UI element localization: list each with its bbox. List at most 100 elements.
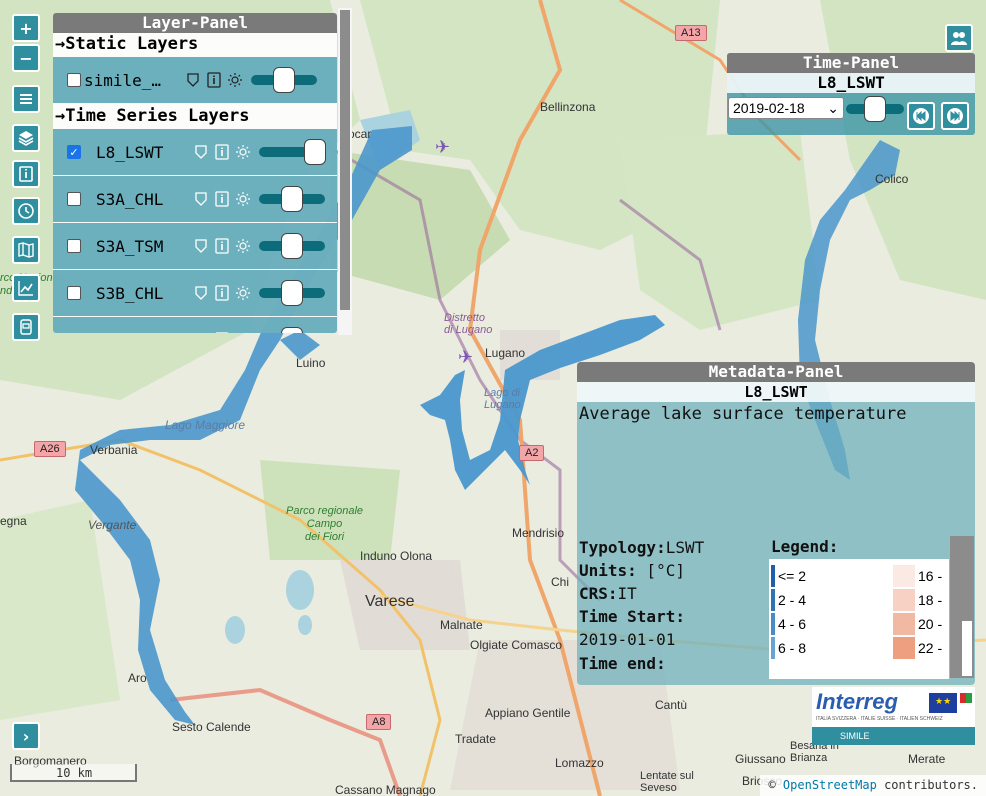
hamburger-icon bbox=[20, 94, 32, 104]
time-slider[interactable] bbox=[846, 96, 904, 122]
layer-checkbox[interactable] bbox=[67, 192, 81, 206]
legend-swatch bbox=[893, 613, 915, 635]
chart-button[interactable] bbox=[12, 274, 40, 302]
eu-flag-icon: ★★ bbox=[929, 693, 957, 713]
metadata-layer: L8_LSWT bbox=[577, 382, 975, 402]
zoom-in-button[interactable]: + bbox=[12, 14, 40, 42]
download-icon[interactable] bbox=[184, 71, 202, 89]
chevron-down-icon: ⌄ bbox=[827, 100, 839, 116]
legend-item: 22 - bbox=[893, 637, 942, 659]
map-label-tradate: Tradate bbox=[455, 732, 496, 746]
opacity-slider[interactable] bbox=[259, 280, 325, 306]
map-attribution: © OpenStreetMap contributors. bbox=[760, 775, 986, 796]
legend-swatch bbox=[771, 589, 775, 611]
layer-name: S3A_CHL bbox=[96, 189, 164, 209]
metadata-panel: Metadata-Panel L8_LSWT Average lake surf… bbox=[577, 362, 975, 685]
openstreetmap-link[interactable]: OpenStreetMap bbox=[783, 778, 877, 792]
info-icon[interactable] bbox=[213, 237, 231, 255]
time-series-heading[interactable]: →Time Series Layers bbox=[53, 105, 337, 128]
sun-icon[interactable] bbox=[234, 190, 252, 208]
info-icon[interactable] bbox=[213, 190, 231, 208]
download-icon[interactable] bbox=[192, 190, 210, 208]
layer-checkbox[interactable]: ✓ bbox=[67, 145, 81, 159]
opacity-slider[interactable] bbox=[259, 186, 325, 212]
opacity-slider[interactable] bbox=[259, 233, 325, 259]
opacity-slider-knob[interactable] bbox=[304, 139, 326, 165]
sun-icon[interactable] bbox=[226, 71, 244, 89]
layers-icon bbox=[18, 131, 34, 146]
metadata-panel-title: Metadata-Panel bbox=[577, 362, 975, 382]
basemap-button[interactable] bbox=[12, 236, 40, 264]
info-icon[interactable] bbox=[213, 331, 231, 333]
units-line: Units: [°C] bbox=[579, 561, 685, 580]
previous-time-button[interactable] bbox=[907, 102, 935, 130]
sun-icon[interactable] bbox=[234, 331, 252, 333]
road-shield-a26: A26 bbox=[34, 441, 66, 457]
users-icon bbox=[951, 32, 967, 45]
legend-title: Legend: bbox=[771, 537, 839, 556]
legend-label: 22 - bbox=[918, 640, 943, 656]
info-icon bbox=[19, 166, 33, 182]
legend-label: 6 - 8 bbox=[778, 640, 807, 656]
legend-swatch bbox=[893, 637, 915, 659]
layer-panel-scrollbar[interactable] bbox=[338, 8, 352, 335]
download-icon[interactable] bbox=[192, 331, 210, 333]
legend-swatch bbox=[771, 565, 775, 587]
sun-icon[interactable] bbox=[234, 284, 252, 302]
legend-swatch bbox=[893, 565, 915, 587]
info-panel-button[interactable] bbox=[12, 160, 40, 188]
users-button[interactable] bbox=[945, 24, 973, 52]
skip-forward-icon bbox=[947, 108, 963, 124]
metadata-scrollbar[interactable] bbox=[950, 536, 974, 678]
static-layer-checkbox[interactable] bbox=[67, 73, 81, 87]
time-slider-knob[interactable] bbox=[864, 96, 886, 122]
download-icon[interactable] bbox=[192, 143, 210, 161]
map-label-parco: Parco regionale Campo dei Fiori bbox=[286, 505, 364, 543]
sun-icon[interactable] bbox=[234, 237, 252, 255]
static-layer-name: simile_… bbox=[84, 70, 162, 90]
map-label-lentate: Lentate sul Seveso bbox=[640, 770, 694, 794]
sun-icon[interactable] bbox=[234, 143, 252, 161]
legend-item: 20 - bbox=[893, 613, 942, 635]
info-icon[interactable] bbox=[213, 143, 231, 161]
map-label-sesto: Sesto Calende bbox=[172, 720, 251, 734]
crs-label: CRS: bbox=[579, 584, 618, 603]
scrollbar-thumb[interactable] bbox=[340, 10, 350, 310]
zoom-out-button[interactable]: − bbox=[12, 44, 40, 72]
opacity-slider[interactable] bbox=[259, 139, 326, 165]
skip-back-icon bbox=[913, 108, 929, 124]
time-start-value: 2019-01-01 bbox=[579, 630, 676, 649]
opacity-slider-knob[interactable] bbox=[281, 280, 303, 306]
opacity-slider-knob[interactable] bbox=[273, 67, 295, 93]
layer-checkbox[interactable] bbox=[67, 239, 81, 253]
map-label-colico: Colico bbox=[875, 172, 909, 186]
info-icon[interactable] bbox=[213, 284, 231, 302]
legend-label: 4 - 6 bbox=[778, 616, 807, 632]
legend-item: 18 - bbox=[893, 589, 942, 611]
expand-sidebar-button[interactable]: › bbox=[12, 722, 40, 750]
download-icon[interactable] bbox=[192, 237, 210, 255]
map-label-bellinzona: Bellinzona bbox=[540, 100, 596, 114]
legend-label: 20 - bbox=[918, 616, 943, 632]
map-label-chi: Chi bbox=[551, 575, 570, 589]
opacity-slider[interactable] bbox=[251, 67, 317, 93]
layers-button[interactable] bbox=[12, 124, 40, 152]
static-layers-heading[interactable]: →Static Layers bbox=[53, 33, 337, 56]
map-label-lomazzo: Lomazzo bbox=[555, 756, 604, 770]
interreg-subtitle: ITALIA SVIZZERA · ITALIE SUISSE · ITALIE… bbox=[816, 716, 943, 722]
opacity-slider-knob[interactable] bbox=[281, 327, 303, 333]
metadata-scrollbar-track[interactable] bbox=[962, 621, 972, 676]
menu-button[interactable] bbox=[12, 85, 40, 113]
layer-checkbox[interactable] bbox=[67, 286, 81, 300]
time-panel-button[interactable] bbox=[12, 197, 40, 225]
next-time-button[interactable] bbox=[941, 102, 969, 130]
download-icon[interactable] bbox=[192, 284, 210, 302]
map-label-egna: egna bbox=[0, 514, 27, 528]
print-button[interactable] bbox=[12, 313, 40, 341]
info-icon[interactable] bbox=[205, 71, 223, 89]
attribution-suffix: contributors. bbox=[876, 778, 978, 792]
opacity-slider-knob[interactable] bbox=[281, 233, 303, 259]
map-label-merate: Merate bbox=[908, 752, 946, 766]
date-select[interactable]: 2019-02-18 ⌄ bbox=[728, 97, 844, 119]
opacity-slider-knob[interactable] bbox=[281, 186, 303, 212]
